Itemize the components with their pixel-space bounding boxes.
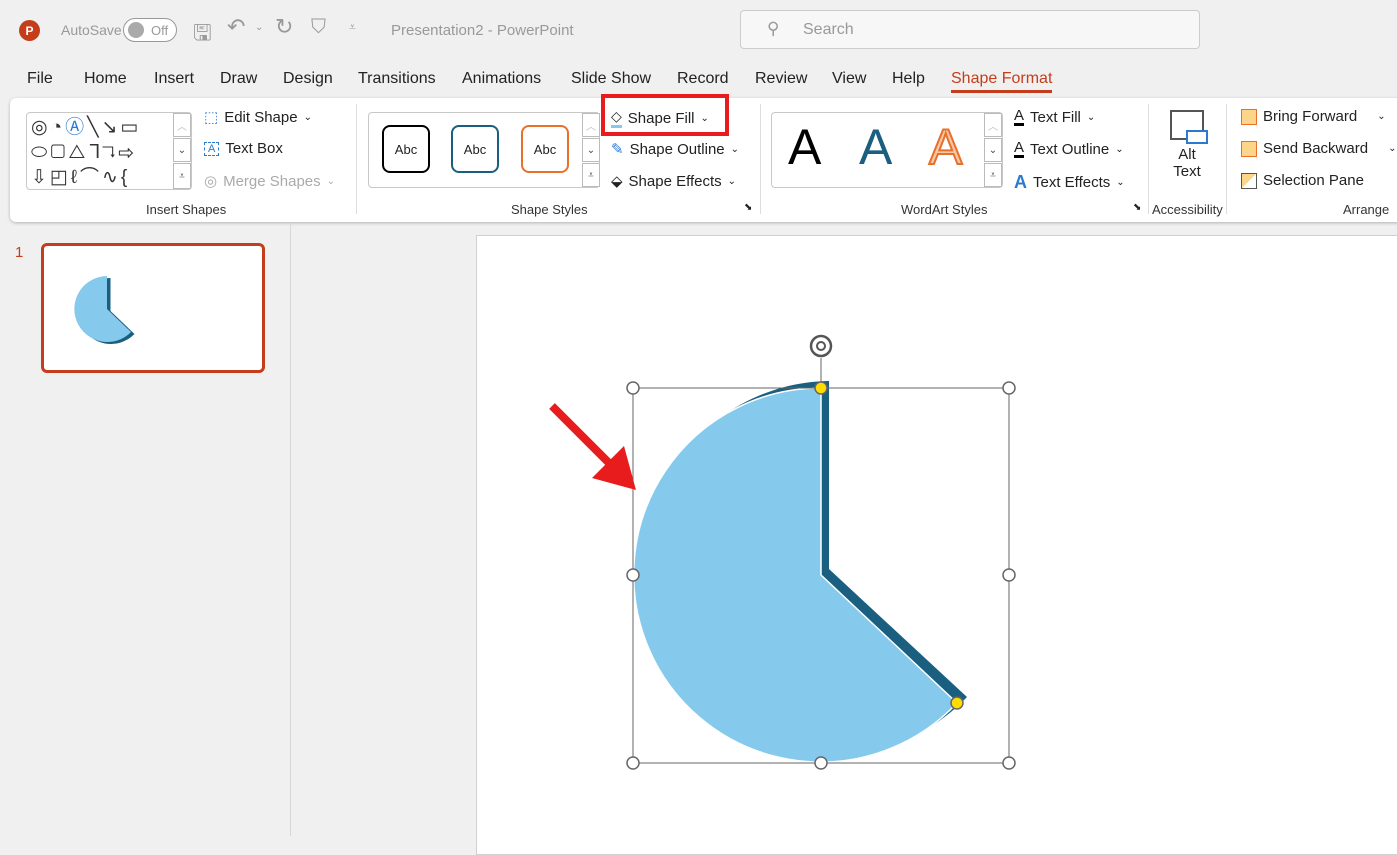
adjust-handle-end[interactable] xyxy=(950,696,964,710)
resize-handle-w[interactable] xyxy=(626,568,640,582)
resize-handle-sw[interactable] xyxy=(626,756,640,770)
rotate-handle-icon[interactable] xyxy=(809,334,833,358)
resize-handle-ne[interactable] xyxy=(1002,381,1016,395)
red-arrow-annotation xyxy=(549,403,636,490)
slide-content xyxy=(549,334,1016,770)
pie-shape[interactable] xyxy=(632,387,959,763)
resize-handle-e[interactable] xyxy=(1002,568,1016,582)
resize-handle-se[interactable] xyxy=(1002,756,1016,770)
adjust-handle-start[interactable] xyxy=(814,381,828,395)
resize-handle-s[interactable] xyxy=(814,756,828,770)
resize-handle-nw[interactable] xyxy=(626,381,640,395)
